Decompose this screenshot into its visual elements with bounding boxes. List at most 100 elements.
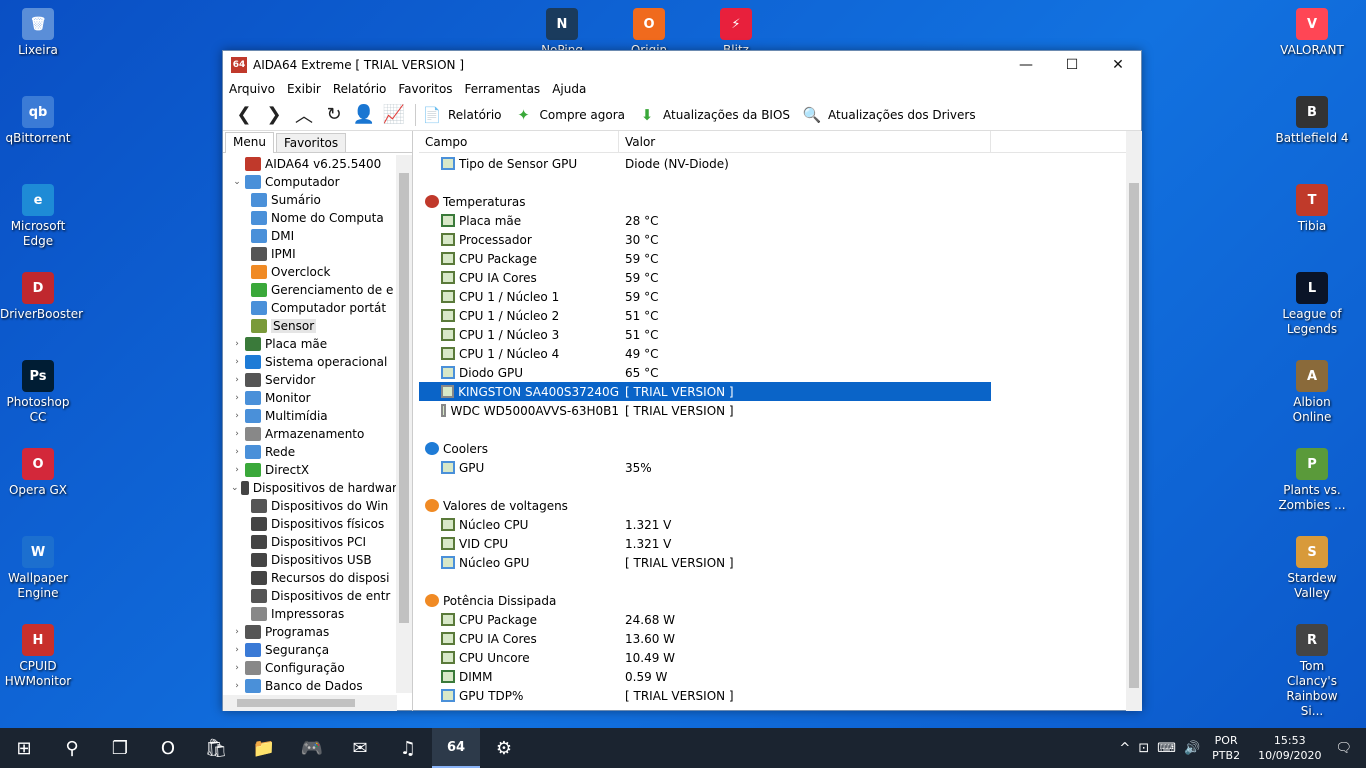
chevron-right-icon[interactable]: › — [231, 429, 243, 439]
tree-hscroll-thumb[interactable] — [237, 699, 355, 707]
up-icon[interactable]: ︿ — [289, 101, 319, 129]
chevron-right-icon[interactable]: › — [231, 411, 243, 421]
taskbar-opera-icon[interactable]: O — [144, 728, 192, 768]
tree-item[interactable]: › Servidor — [223, 371, 397, 389]
tree-item[interactable]: Dispositivos de entr — [223, 587, 397, 605]
list-row[interactable]: Processador 30 °C — [419, 230, 1125, 249]
menu-ajuda[interactable]: Ajuda — [552, 82, 586, 96]
tree-item[interactable]: Sensor — [223, 317, 397, 335]
taskbar-start-icon[interactable]: ⊞ — [0, 728, 48, 768]
desktop-icon[interactable]: S Stardew Valley — [1274, 536, 1350, 601]
list-row[interactable]: CPU Package 59 °C — [419, 249, 1125, 268]
desktop-icon[interactable]: 🗑 Lixeira — [0, 8, 76, 58]
bios-updates-button[interactable]: ⬇ Atualizações da BIOS — [637, 105, 790, 125]
tree-item[interactable]: Dispositivos PCI — [223, 533, 397, 551]
list-row[interactable]: GPU 35% — [419, 458, 1125, 477]
back-icon[interactable]: ❮ — [229, 101, 259, 129]
list-row[interactable]: CPU IA Cores 59 °C — [419, 268, 1125, 287]
language-indicator[interactable]: POR PTB2 — [1212, 733, 1240, 763]
desktop-icon[interactable]: N NoPing — [524, 8, 600, 50]
tree-item[interactable]: Dispositivos USB — [223, 551, 397, 569]
buy-now-button[interactable]: ✦ Compre agora — [514, 105, 625, 125]
menu-exibir[interactable]: Exibir — [287, 82, 321, 96]
tree-item[interactable]: AIDA64 v6.25.5400 — [223, 155, 397, 173]
list-row[interactable]: Placa mãe 28 °C — [419, 211, 1125, 230]
taskbar-settings-icon[interactable]: ⚙ — [480, 728, 528, 768]
tree-item[interactable]: › Configuração — [223, 659, 397, 677]
tab-menu[interactable]: Menu — [225, 132, 274, 153]
tree-horizontal-scrollbar[interactable] — [223, 695, 397, 711]
taskbar-store-icon[interactable]: 🛍 — [192, 728, 240, 768]
chevron-right-icon[interactable]: › — [231, 663, 243, 673]
tree-item[interactable]: Sumário — [223, 191, 397, 209]
taskbar-spotify-icon[interactable]: ♫ — [384, 728, 432, 768]
taskbar-task-view-icon[interactable]: ❐ — [96, 728, 144, 768]
tree-item[interactable]: Nome do Computa — [223, 209, 397, 227]
list-row[interactable]: Diodo GPU 65 °C — [419, 363, 1125, 382]
minimize-button[interactable]: — — [1003, 51, 1049, 79]
report-button[interactable]: 📄 Relatório — [422, 105, 502, 125]
tree-item[interactable]: › Multimídia — [223, 407, 397, 425]
close-button[interactable]: ✕ — [1095, 51, 1141, 79]
chart-icon[interactable]: 📈 — [379, 101, 409, 129]
list-row[interactable]: GPU TDP% [ TRIAL VERSION ] — [419, 686, 1125, 705]
menu-favoritos[interactable]: Favoritos — [398, 82, 452, 96]
tree-item[interactable]: › Monitor — [223, 389, 397, 407]
menu-arquivo[interactable]: Arquivo — [229, 82, 275, 96]
desktop-icon[interactable]: Ps Photoshop CC — [0, 360, 76, 425]
tree-item[interactable]: IPMI — [223, 245, 397, 263]
list-row[interactable]: CPU Uncore 10.49 W — [419, 648, 1125, 667]
tab-favoritos[interactable]: Favoritos — [275, 133, 347, 152]
tray-chevron-icon[interactable]: ^ — [1119, 741, 1130, 756]
taskbar-aida64-icon[interactable]: 64 — [432, 728, 480, 768]
tree-item[interactable]: › Placa mãe — [223, 335, 397, 353]
desktop-icon[interactable]: ⚡ Blitz — [698, 8, 774, 50]
chevron-right-icon[interactable]: › — [231, 645, 243, 655]
tree-vertical-scrollbar[interactable] — [396, 155, 412, 693]
tree-item[interactable]: › Banco de Dados — [223, 677, 397, 693]
list-group-header[interactable]: Potência Dissipada — [419, 591, 1125, 610]
tree-item[interactable]: › Armazenamento — [223, 425, 397, 443]
list-row[interactable]: VID CPU 1.321 V — [419, 534, 1125, 553]
chevron-down-icon[interactable]: ⌄ — [231, 177, 243, 187]
tree-item[interactable]: Gerenciamento de e — [223, 281, 397, 299]
desktop-icon[interactable]: e Microsoft Edge — [0, 184, 76, 249]
desktop-icon[interactable]: V VALORANT — [1274, 8, 1350, 58]
tree-scroll-thumb[interactable] — [399, 173, 409, 623]
chevron-right-icon[interactable]: › — [231, 627, 243, 637]
list-row[interactable]: KINGSTON SA400S37240G [ TRIAL VERSION ] — [419, 382, 991, 401]
tree-item[interactable]: › DirectX — [223, 461, 397, 479]
chevron-down-icon[interactable]: ⌄ — [231, 483, 239, 493]
tree-item[interactable]: › Segurança — [223, 641, 397, 659]
taskbar-mail-icon[interactable]: ✉ — [336, 728, 384, 768]
chevron-right-icon[interactable]: › — [231, 681, 243, 691]
volume-icon[interactable]: 🔊 — [1184, 741, 1200, 756]
list-group-header[interactable]: Temperaturas — [419, 192, 1125, 211]
list-row[interactable]: Tipo de Sensor GPU Diode (NV-Diode) — [419, 154, 1125, 173]
desktop-icon[interactable]: B Battlefield 4 — [1274, 96, 1350, 146]
desktop-icon[interactable]: H CPUID HWMonitor — [0, 624, 76, 689]
list-scroll-thumb[interactable] — [1129, 183, 1139, 688]
list-vertical-scrollbar[interactable] — [1126, 131, 1142, 711]
list-group-header[interactable]: Valores de voltagens — [419, 496, 1125, 515]
desktop-icon[interactable]: O Opera GX — [0, 448, 76, 498]
taskbar-discord-icon[interactable]: 🎮 — [288, 728, 336, 768]
menu-ferramentas[interactable]: Ferramentas — [465, 82, 541, 96]
list-row[interactable]: Núcleo GPU [ TRIAL VERSION ] — [419, 553, 1125, 572]
tree-item[interactable]: Impressoras — [223, 605, 397, 623]
desktop-icon[interactable]: R Tom Clancy's Rainbow Si... — [1274, 624, 1350, 719]
chevron-right-icon[interactable]: › — [231, 339, 243, 349]
menu-relatorio[interactable]: Relatório — [333, 82, 387, 96]
tree-item[interactable]: Dispositivos do Win — [223, 497, 397, 515]
list-group-header[interactable]: Coolers — [419, 439, 1125, 458]
taskbar-explorer-icon[interactable]: 📁 — [240, 728, 288, 768]
clock[interactable]: 15:53 10/09/2020 — [1258, 733, 1321, 763]
desktop-icon[interactable]: P Plants vs. Zombies ... — [1274, 448, 1350, 513]
list-row[interactable]: CPU 1 / Núcleo 2 51 °C — [419, 306, 1125, 325]
tree-item[interactable]: ⌄ Dispositivos de hardwar — [223, 479, 397, 497]
tree-item[interactable]: Computador portát — [223, 299, 397, 317]
tree-item[interactable]: Overclock — [223, 263, 397, 281]
user-icon[interactable]: 👤 — [349, 101, 379, 129]
notification-icon[interactable]: 🗨 — [1335, 741, 1352, 756]
tree-item[interactable]: › Programas — [223, 623, 397, 641]
